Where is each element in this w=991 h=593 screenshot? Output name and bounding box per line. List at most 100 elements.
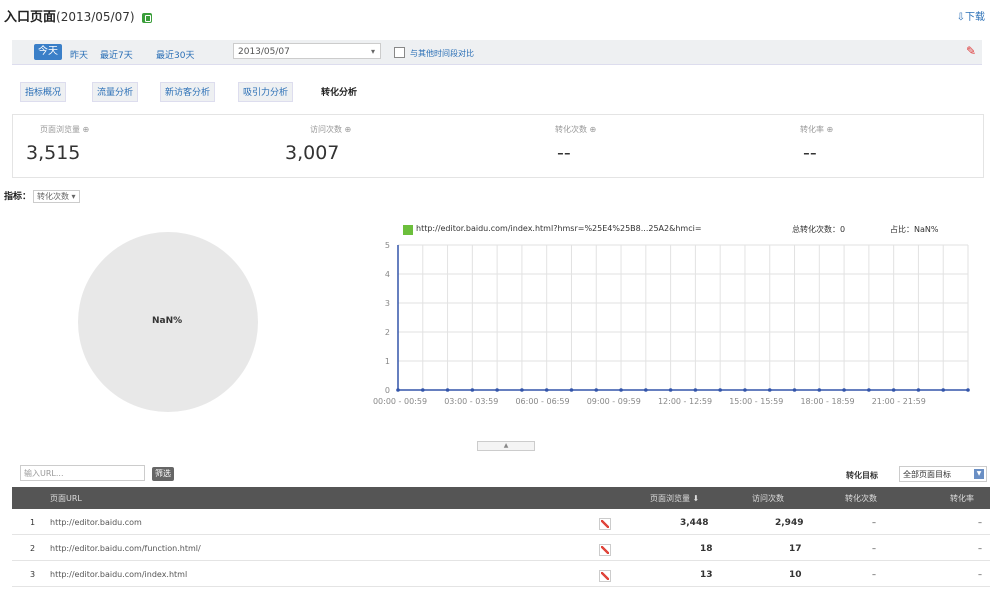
y-tick-label: 4 <box>385 270 390 279</box>
download-link[interactable]: ⇩下载 <box>957 8 985 23</box>
row-visits: 2,949 <box>775 518 804 528</box>
tab-traffic[interactable]: 流量分析 <box>92 82 139 102</box>
table-row <box>12 510 990 535</box>
page-title-text: 入口页面 <box>4 10 57 25</box>
y-tick-label: 3 <box>385 299 390 308</box>
indicator-selector: 指标： 转化次数 ▾ <box>4 189 80 203</box>
y-tick-label: 1 <box>385 357 390 366</box>
x-tick-label: 00:00 - 00:59 <box>373 397 427 406</box>
row-pv: 13 <box>700 570 713 580</box>
legend-url: http://editor.baidu.com/index.html?hmsr=… <box>416 224 702 233</box>
data-point <box>867 388 871 392</box>
line-chart: 0 1 2 3 4 5 00:00 - 00:59 03:00 - 03:59 06:00 - … <box>373 241 970 406</box>
row-pv: 18 <box>700 544 713 554</box>
trend-icon[interactable] <box>599 544 611 556</box>
y-tick-label: 5 <box>385 241 390 250</box>
today-button[interactable]: 今天 <box>34 44 62 60</box>
data-point <box>619 388 623 392</box>
x-tick-label: 21:00 - 21:59 <box>872 397 926 406</box>
row-index: 1 <box>30 518 36 527</box>
data-point <box>544 388 549 392</box>
th-url[interactable]: 页面URL <box>50 493 82 504</box>
metric-visits-value: 3,007 <box>285 142 340 164</box>
row-conv: – <box>872 570 876 579</box>
row-index: 3 <box>30 570 36 579</box>
data-point <box>743 388 747 392</box>
legend-swatch <box>403 225 413 235</box>
row-conv: – <box>872 518 876 527</box>
tab-attraction[interactable]: 吸引力分析 <box>238 82 294 102</box>
tab-overview[interactable]: 指标概况 <box>20 82 67 102</box>
row-visits: 17 <box>789 544 802 554</box>
compare-checkbox[interactable] <box>394 47 405 58</box>
th-rate[interactable]: 转化率 <box>950 493 974 504</box>
data-point <box>916 388 921 392</box>
x-tick-label: 03:00 - 03:59 <box>444 397 498 406</box>
data-point <box>470 388 475 392</box>
last7-link[interactable]: 最近7天 <box>100 48 133 61</box>
page-title-date: (2013/05/07) <box>56 10 135 24</box>
data-point <box>445 388 450 392</box>
data-point <box>420 388 425 392</box>
data-point <box>718 388 722 392</box>
th-visits[interactable]: 访问次数 <box>752 493 784 504</box>
last30-link[interactable]: 最近30天 <box>156 48 194 61</box>
indicator-select[interactable]: 转化次数 ▾ <box>33 190 80 203</box>
data-point <box>941 388 946 392</box>
legend-ratio: 占比：NaN% <box>890 225 939 234</box>
data-point <box>767 388 772 392</box>
th-pv[interactable]: 页面浏览量 ⬇ <box>650 493 699 504</box>
row-rate: – <box>978 570 982 579</box>
page-title: 入口页面(2013/05/07) <box>4 6 153 25</box>
export-icon[interactable] <box>142 12 153 23</box>
trend-icon[interactable] <box>599 518 611 530</box>
tab-conversion[interactable]: 转化分析 <box>316 82 363 102</box>
collapse-handle[interactable]: ▲ <box>477 441 535 451</box>
goal-select[interactable]: 全部页面目标 ▼ <box>899 466 987 482</box>
chevron-down-icon: ▾ <box>370 47 375 56</box>
x-tick-label: 18:00 - 18:59 <box>800 397 854 406</box>
row-url[interactable]: http://editor.baidu.com/index.html <box>50 570 187 579</box>
data-point <box>644 388 648 392</box>
chevron-down-icon: ▼ <box>974 469 984 479</box>
compare-label: 与其他时间段对比 <box>410 49 474 58</box>
data-point <box>891 388 896 392</box>
row-url[interactable]: http://editor.baidu.com/function.html/ <box>50 544 201 553</box>
trend-icon[interactable] <box>599 570 611 582</box>
metric-visits-label: 访问次数 ⊕ <box>310 125 352 134</box>
row-conv: – <box>872 544 876 553</box>
data-point <box>520 388 524 392</box>
pie-label: NaN% <box>152 316 183 326</box>
data-point <box>495 388 499 392</box>
goal-select-value: 全部页面目标 <box>903 470 951 479</box>
tab-new-visitors[interactable]: 新访客分析 <box>160 82 216 102</box>
date-select-value: 2013/05/07 <box>238 47 290 57</box>
row-pv: 3,448 <box>680 518 709 528</box>
metric-conv-value: -- <box>557 142 571 164</box>
filter-button[interactable]: 筛选 <box>152 467 174 481</box>
metric-conv-label: 转化次数 ⊕ <box>555 125 597 134</box>
goal-label: 转化目标 <box>846 471 878 480</box>
metric-pv-label: 页面浏览量 ⊕ <box>40 125 90 134</box>
indicator-label: 指标： <box>4 192 32 202</box>
y-tick-label: 2 <box>385 328 390 337</box>
url-input[interactable]: 输入URL... <box>20 465 145 481</box>
data-point <box>792 388 797 392</box>
metric-rate-label: 转化率 ⊕ <box>800 125 834 134</box>
metrics-panel <box>12 114 984 178</box>
data-point <box>817 388 822 392</box>
x-tick-label: 15:00 - 15:59 <box>729 397 783 406</box>
date-select[interactable]: 2013/05/07 ▾ <box>233 43 381 59</box>
pin-icon[interactable]: ✎ <box>966 44 976 58</box>
metric-rate-value: -- <box>803 142 817 164</box>
th-conv[interactable]: 转化次数 <box>845 493 877 504</box>
x-tick-label: 09:00 - 09:59 <box>587 397 641 406</box>
x-tick-label: 06:00 - 06:59 <box>515 397 569 406</box>
data-point <box>569 388 574 392</box>
row-url[interactable]: http://editor.baidu.com <box>50 518 142 527</box>
y-tick-label: 0 <box>385 386 390 395</box>
metric-pv-value: 3,515 <box>26 142 81 164</box>
data-point <box>693 388 698 392</box>
yesterday-link[interactable]: 昨天 <box>70 48 88 61</box>
data-point <box>966 388 970 392</box>
